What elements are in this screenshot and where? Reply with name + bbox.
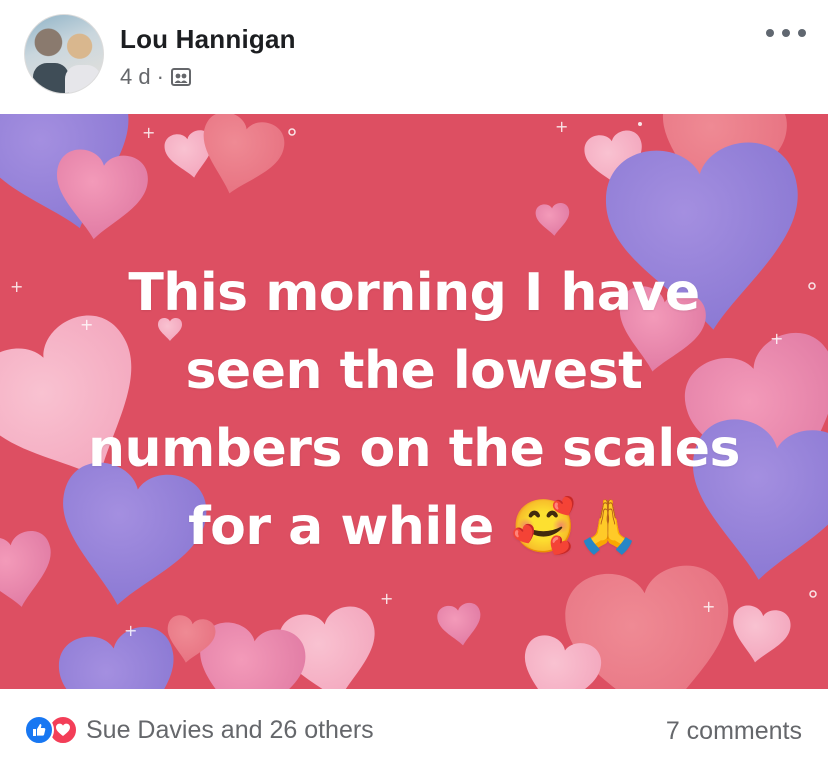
author-avatar[interactable]: [24, 14, 104, 94]
svg-text:+: +: [702, 597, 715, 616]
post-text-line: for a while 🥰🙏: [188, 497, 640, 557]
post-footer: Sue Davies and 26 others 7 comments: [0, 689, 828, 759]
post-text: This morning I have seen the lowest numb…: [0, 254, 828, 566]
post-background: + + + + + + + + This morning I have seen the…: [0, 114, 828, 689]
like-icon: [24, 715, 54, 745]
post-text-line: seen the lowest: [185, 341, 643, 401]
reactions-text[interactable]: Sue Davies and 26 others: [86, 716, 374, 745]
reactions-summary[interactable]: Sue Davies and 26 others: [24, 715, 374, 745]
svg-text:+: +: [124, 621, 137, 640]
friends-icon[interactable]: [170, 66, 192, 88]
meta-separator: ·: [156, 64, 164, 89]
comments-count[interactable]: 7 comments: [666, 717, 802, 746]
more-options-button[interactable]: [766, 20, 806, 46]
post-text-line: numbers on the scales: [88, 419, 740, 479]
more-icon: [766, 29, 774, 37]
post-meta: 4 d ·: [120, 64, 192, 90]
author-name[interactable]: Lou Hannigan: [120, 24, 296, 55]
post-text-line: This morning I have: [128, 263, 700, 323]
post-time[interactable]: 4 d: [120, 64, 151, 90]
svg-text:+: +: [380, 589, 393, 608]
svg-text:+: +: [555, 117, 568, 136]
svg-text:+: +: [142, 123, 155, 142]
post-header: Lou Hannigan 4 d ·: [0, 0, 828, 114]
